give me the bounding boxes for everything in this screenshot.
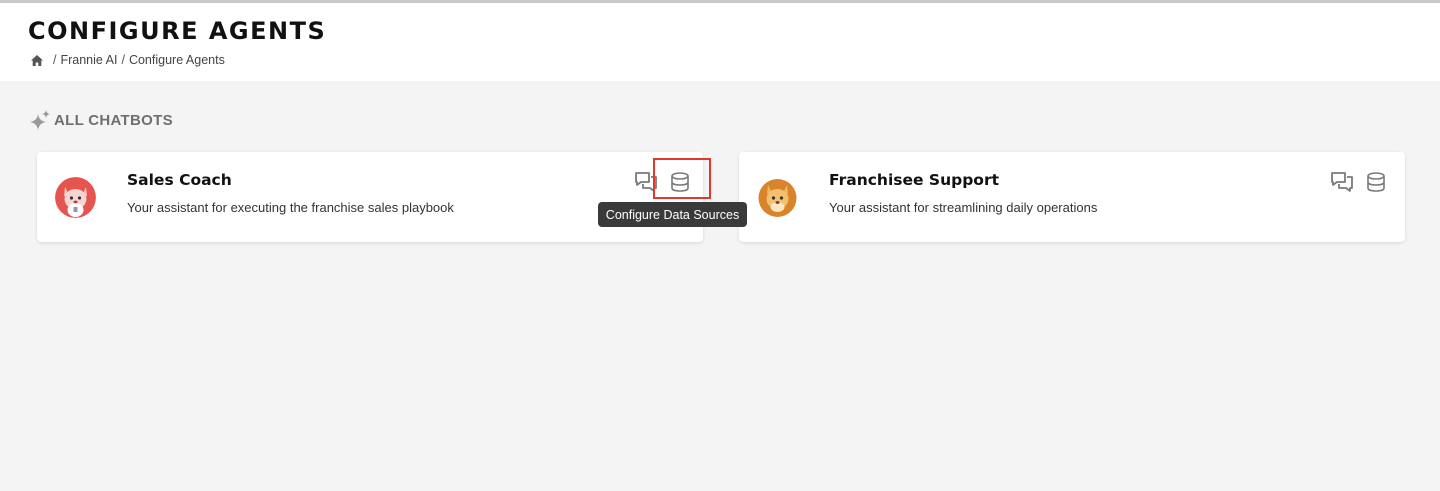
section-heading: ALL CHATBOTS	[30, 109, 173, 131]
breadcrumb-item-frannie-ai[interactable]: Frannie AI	[60, 53, 117, 67]
lion-mascot-avatar	[757, 177, 798, 218]
chatbot-card-franchisee-support[interactable]: Franchisee Support Your assistant for st…	[739, 152, 1405, 242]
chat-icon[interactable]	[1329, 169, 1355, 195]
card-description: Your assistant for executing the franchi…	[127, 200, 454, 215]
sparkle-icon	[30, 109, 52, 131]
home-icon[interactable]	[30, 54, 44, 67]
breadcrumb: / Frannie AI / Configure Agents	[30, 53, 225, 67]
card-description: Your assistant for streamlining daily op…	[829, 200, 1098, 215]
tooltip: Configure Data Sources	[598, 202, 747, 227]
breadcrumb-item-configure-agents: Configure Agents	[128, 53, 225, 67]
database-icon[interactable]	[1363, 169, 1389, 195]
database-icon[interactable]	[667, 169, 693, 195]
chat-icon[interactable]	[633, 169, 659, 195]
card-actions	[625, 169, 693, 195]
breadcrumb-separator: /	[53, 53, 57, 67]
card-actions	[1321, 169, 1389, 195]
card-title: Sales Coach	[127, 171, 232, 189]
breadcrumb-separator: /	[121, 53, 125, 67]
card-title: Franchisee Support	[829, 171, 1000, 189]
fox-mascot-avatar	[55, 177, 96, 218]
page-header: CONFIGURE AGENTS / Frannie AI / Configur…	[0, 0, 1440, 81]
chatbot-card-sales-coach[interactable]: Sales Coach Your assistant for executing…	[37, 152, 703, 242]
section-title: ALL CHATBOTS	[54, 111, 173, 129]
page-title: CONFIGURE AGENTS	[28, 17, 327, 45]
